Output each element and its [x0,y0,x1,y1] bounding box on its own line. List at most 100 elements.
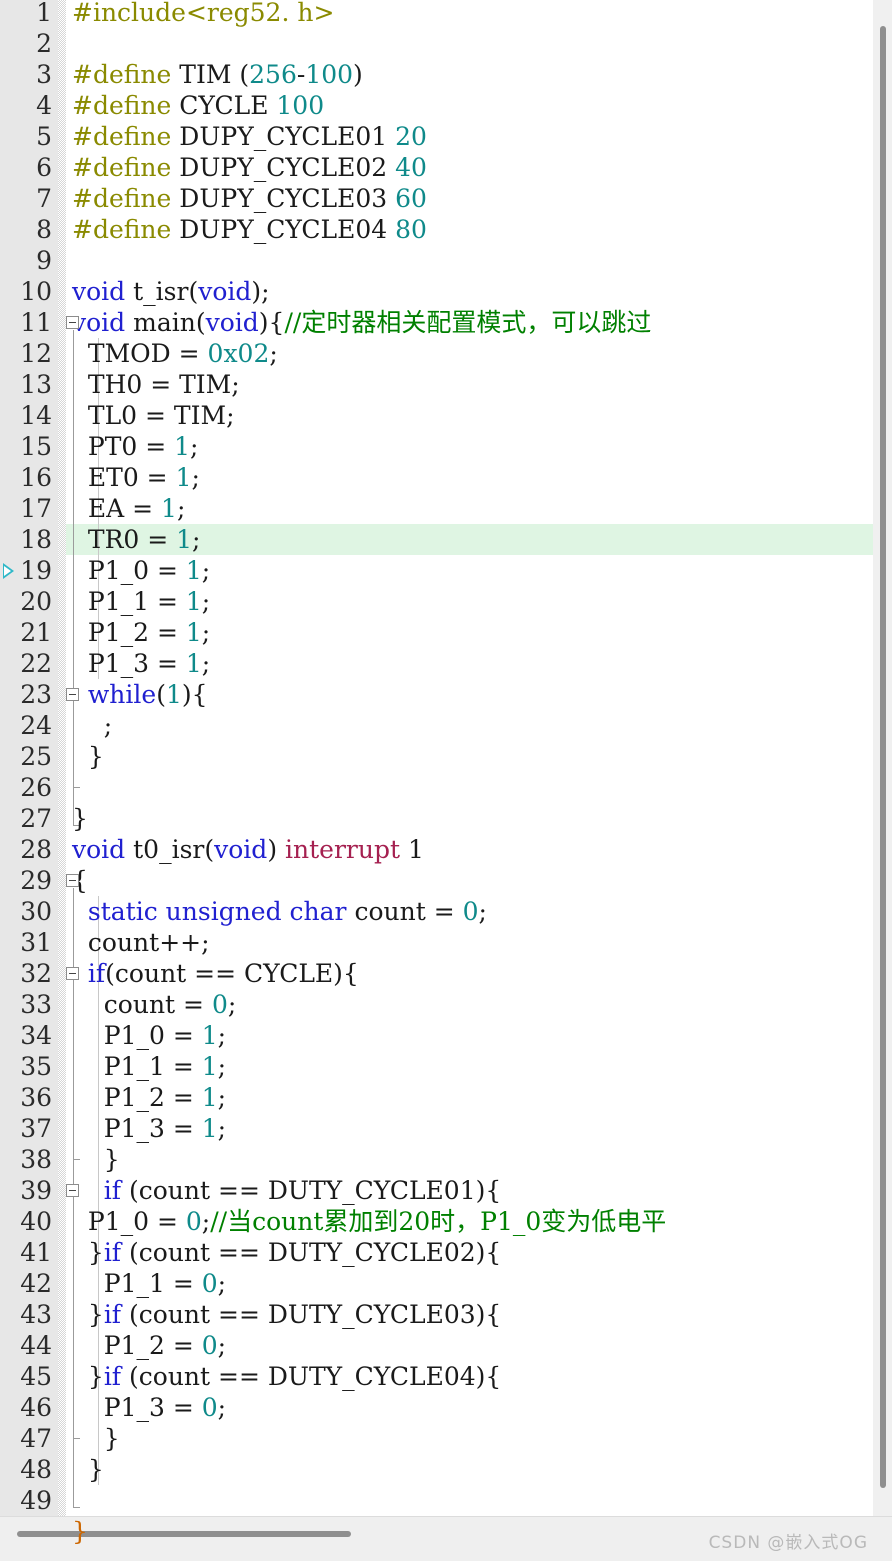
code-line[interactable]: 38 } [0,1144,892,1175]
code-text[interactable]: } [72,1516,88,1547]
code-line[interactable]: 26 [0,772,892,803]
code-line[interactable]: 29{ [0,865,892,896]
code-line[interactable]: 21 P1_2 = 1; [0,617,892,648]
code-text[interactable]: TL0 = TIM; [72,400,235,431]
code-line[interactable]: 11 void main(void){//定时器相关配置模式，可以跳过 [0,307,892,338]
code-line[interactable]: 14 TL0 = TIM; [0,400,892,431]
code-line[interactable]: 34 P1_0 = 1; [0,1020,892,1051]
code-text[interactable]: if(count == CYCLE){ [72,958,359,989]
code-text[interactable]: void t_isr(void); [72,276,270,307]
code-line[interactable]: 27} [0,803,892,834]
code-lines-container[interactable]: 1 #include<reg52. h> 2 3 #define TIM (256-10… [0,0,892,1546]
code-text[interactable]: P1_3 = 1; [72,648,210,679]
code-line[interactable]: 7 #define DUPY_CYCLE03 60 [0,183,892,214]
code-line[interactable]: 19 P1_0 = 1; [0,555,892,586]
code-line[interactable]: 46 P1_3 = 0; [0,1392,892,1423]
code-text[interactable]: P1_1 = 1; [72,586,210,617]
code-text[interactable]: } [72,803,88,834]
code-editor[interactable]: 1 #include<reg52. h> 2 3 #define TIM (256-10… [0,0,892,1561]
vertical-scrollbar-thumb[interactable] [880,26,886,1488]
code-text[interactable]: TR0 = 1; [72,524,201,555]
code-text[interactable]: P1_3 = 0; [72,1392,226,1423]
fold-collapse-icon[interactable] [66,874,79,887]
code-text[interactable]: void main(void){//定时器相关配置模式，可以跳过 [72,307,651,338]
code-line[interactable]: 6 #define DUPY_CYCLE02 40 [0,152,892,183]
code-text[interactable]: P1_0 = 1; [72,1020,226,1051]
code-line[interactable]: 17 EA = 1; [0,493,892,524]
code-text[interactable]: TMOD = 0x02; [72,338,278,369]
code-line[interactable]: 30 static unsigned char count = 0; [0,896,892,927]
code-text[interactable]: while(1){ [72,679,208,710]
code-text[interactable]: PT0 = 1; [72,431,199,462]
code-text[interactable]: } [72,1423,120,1454]
code-line[interactable]: 41 }if (count == DUTY_CYCLE02){ [0,1237,892,1268]
code-line[interactable]: 48 } [0,1454,892,1485]
code-line[interactable]: 43 }if (count == DUTY_CYCLE03){ [0,1299,892,1330]
code-text[interactable]: void t0_isr(void) interrupt 1 [72,834,424,865]
code-line[interactable]: 25 } [0,741,892,772]
code-text[interactable]: }if (count == DUTY_CYCLE04){ [72,1361,501,1392]
code-text[interactable]: P1_0 = 0;//当count累加到20时，P1_0变为低电平 [72,1206,666,1237]
code-line[interactable]: 36 P1_2 = 1; [0,1082,892,1113]
code-text[interactable]: count = 0; [72,989,237,1020]
code-line[interactable]: 39 if (count == DUTY_CYCLE01){ [0,1175,892,1206]
code-line[interactable]: 35 P1_1 = 1; [0,1051,892,1082]
code-line[interactable]: 1 #include<reg52. h> [0,0,892,28]
fold-collapse-icon[interactable] [66,688,79,701]
code-line[interactable]: 5 #define DUPY_CYCLE01 20 [0,121,892,152]
code-line[interactable]: 18 TR0 = 1; [0,524,892,555]
code-text[interactable]: #include<reg52. h> [72,0,334,28]
code-text[interactable]: P1_3 = 1; [72,1113,226,1144]
code-line[interactable]: 3 #define TIM (256-100) [0,59,892,90]
code-line[interactable]: 16 ET0 = 1; [0,462,892,493]
code-text[interactable]: ET0 = 1; [72,462,200,493]
code-line[interactable]: 49 [0,1485,892,1516]
code-text[interactable]: EA = 1; [72,493,186,524]
code-text[interactable]: #define DUPY_CYCLE03 60 [72,183,427,214]
code-line[interactable]: 37 P1_3 = 1; [0,1113,892,1144]
code-text[interactable]: count++; [72,927,210,958]
code-text[interactable]: if (count == DUTY_CYCLE01){ [72,1175,501,1206]
code-line[interactable]: 12 TMOD = 0x02; [0,338,892,369]
fold-collapse-icon[interactable] [66,1184,79,1197]
code-line[interactable]: 23 while(1){ [0,679,892,710]
code-line[interactable]: 24 ; [0,710,892,741]
code-text[interactable]: ; [72,710,112,741]
code-text[interactable]: } [72,1144,120,1175]
bookmark-arrow-icon[interactable] [3,563,14,579]
code-text[interactable]: #define DUPY_CYCLE01 20 [72,121,427,152]
code-line[interactable]: 45 }if (count == DUTY_CYCLE04){ [0,1361,892,1392]
code-line[interactable]: 42 P1_1 = 0; [0,1268,892,1299]
code-line[interactable]: 47 } [0,1423,892,1454]
code-text[interactable]: #define TIM (256-100) [72,59,363,90]
code-line[interactable]: 28 void t0_isr(void) interrupt 1 [0,834,892,865]
code-text[interactable]: #define DUPY_CYCLE04 80 [72,214,427,245]
code-line[interactable]: 33 count = 0; [0,989,892,1020]
code-text[interactable]: } [72,1454,104,1485]
code-line[interactable]: 44 P1_2 = 0; [0,1330,892,1361]
code-text[interactable]: P1_0 = 1; [72,555,210,586]
code-text[interactable]: P1_2 = 0; [72,1330,226,1361]
code-text[interactable]: TH0 = TIM; [72,369,240,400]
code-text[interactable]: } [72,741,104,772]
code-text[interactable]: static unsigned char count = 0; [72,896,487,927]
code-line[interactable]: 20 P1_1 = 1; [0,586,892,617]
code-text[interactable]: P1_2 = 1; [72,617,210,648]
code-line[interactable]: 10 void t_isr(void); [0,276,892,307]
code-line[interactable]: 31 count++; [0,927,892,958]
code-line[interactable]: 40 P1_0 = 0;//当count累加到20时，P1_0变为低电平 [0,1206,892,1237]
code-text[interactable]: }if (count == DUTY_CYCLE03){ [72,1299,501,1330]
code-line[interactable]: 9 [0,245,892,276]
code-line[interactable]: 22 P1_3 = 1; [0,648,892,679]
code-text[interactable]: #define CYCLE 100 [72,90,324,121]
code-line[interactable]: 2 [0,28,892,59]
horizontal-scrollbar-thumb[interactable] [17,1531,351,1537]
code-line[interactable]: 32 if(count == CYCLE){ [0,958,892,989]
vertical-scrollbar-track[interactable] [873,0,892,1517]
code-text[interactable]: }if (count == DUTY_CYCLE02){ [72,1237,501,1268]
code-text[interactable]: #define DUPY_CYCLE02 40 [72,152,427,183]
code-text[interactable]: P1_1 = 1; [72,1051,226,1082]
code-line[interactable]: 13 TH0 = TIM; [0,369,892,400]
code-line[interactable]: 15 PT0 = 1; [0,431,892,462]
code-line[interactable]: 8 #define DUPY_CYCLE04 80 [0,214,892,245]
